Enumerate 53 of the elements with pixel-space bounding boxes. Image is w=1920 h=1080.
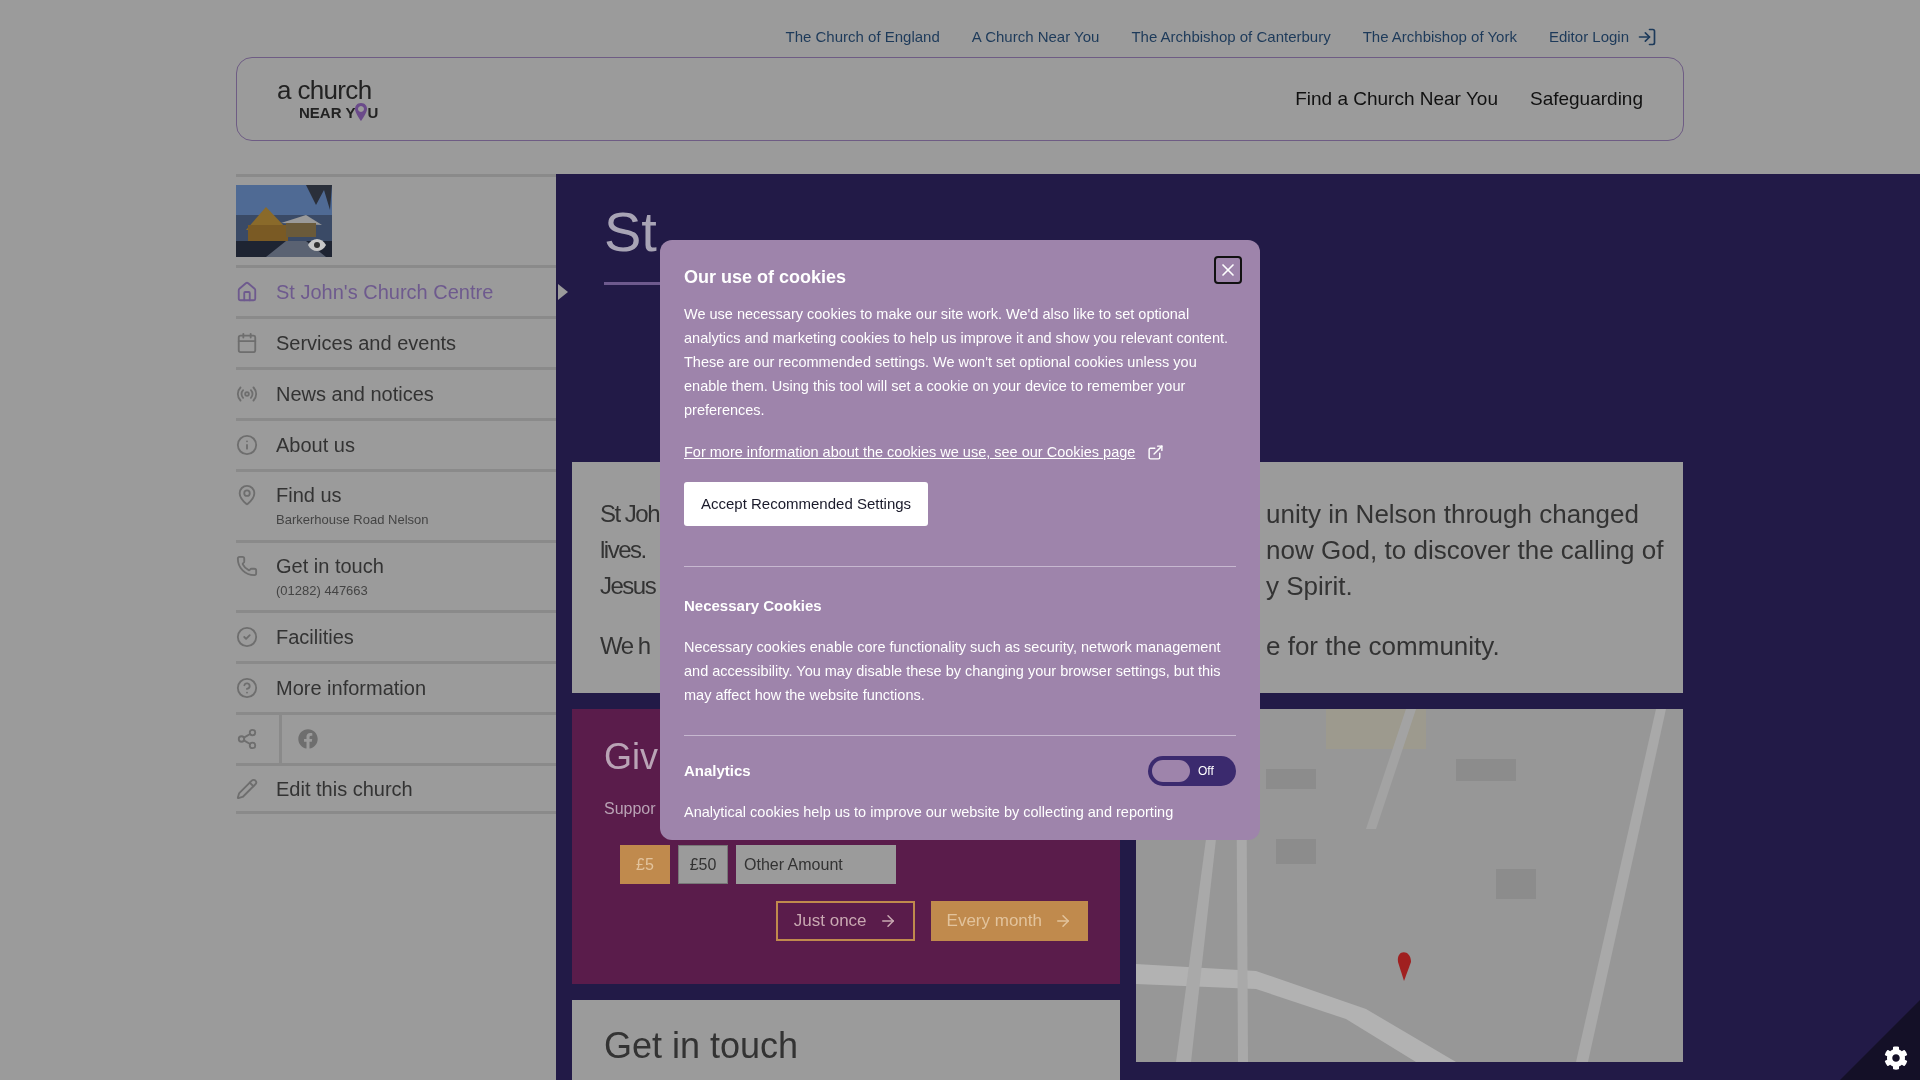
home-icon (236, 281, 258, 303)
eye-icon (308, 239, 326, 251)
sidebar-item[interactable]: Edit this church (236, 763, 556, 814)
pencil-icon (236, 777, 258, 800)
intro-text: lives. (600, 535, 646, 565)
logo-text: NEAR Y (299, 104, 356, 120)
sidebar-subtext: Barkerhouse Road Nelson (276, 511, 429, 529)
nav-link[interactable]: Safeguarding (1529, 84, 1643, 114)
settings-icon[interactable] (1884, 1046, 1908, 1070)
intro-text: Jesus (600, 571, 656, 601)
contact-title: Get in touch (604, 1028, 800, 1064)
logo-text: a church (277, 77, 373, 103)
check-circle-icon (236, 626, 258, 648)
section-text: Necessary cookies enable core functionality such as security, network management and accessibility. You may disable these by changing your browser settings, but this may affect how the website functions. (684, 638, 1222, 706)
intro-text: St Joh (600, 499, 660, 529)
external-link-icon (1147, 444, 1165, 462)
section-title: Analytics (684, 761, 751, 781)
accept-button[interactable]: Accept Recommended Settings (684, 481, 929, 526)
top-link[interactable]: The Archbishop of York (1362, 17, 1517, 57)
intro-text: unity in Nelson through changed (1266, 498, 1639, 531)
logo-text: U (367, 104, 379, 120)
top-link[interactable]: The Archbishop of Canterbury (1131, 17, 1331, 57)
phone-icon (236, 554, 258, 577)
info-icon (236, 434, 258, 456)
amount-field[interactable]: Other Amount (736, 845, 896, 884)
arrow-right-icon (1054, 912, 1072, 930)
nav-link[interactable]: Find a Church Near You (1295, 84, 1498, 114)
top-link[interactable]: A Church Near You (971, 17, 1100, 57)
top-link[interactable]: Editor Login (1548, 17, 1657, 57)
amount-button[interactable]: £50 (678, 845, 728, 884)
logo-pin-icon (355, 103, 368, 121)
top-link[interactable]: The Church of England (785, 17, 940, 57)
section-text: Analytical cookies help us to improve our website by collecting and reporting (684, 803, 1175, 823)
give-subtitle: Suppor (604, 799, 656, 819)
intro-text: We h (600, 631, 650, 661)
give-title: Giv (604, 739, 658, 775)
pin-icon (236, 484, 258, 506)
dialog-title: Our use of cookies (684, 266, 847, 289)
intro-text: now God, to discover the calling of (1266, 534, 1664, 567)
toggle-knob (1152, 760, 1190, 783)
help-icon (236, 677, 258, 699)
calendar-icon (236, 332, 258, 354)
section-title: Necessary Cookies (684, 595, 822, 616)
dialog-text: We use necessary cookies to make our site work. We'd also like to set optional analytics and marketing cookies to help us improve it and show you relevant content. These are our recommended settings. We won't set optional cookies unless you enable them. Using this tool will set a cookie on your device to remember your preferences. (684, 305, 1230, 420)
give-button[interactable]: Just once (775, 901, 915, 941)
sidebar-subtext: (01282) 447663 (276, 581, 369, 600)
page-title: St (604, 204, 658, 260)
toggle-switch[interactable]: Off (1148, 756, 1236, 787)
intro-text: y Spirit. (1266, 570, 1353, 603)
close-button[interactable] (1214, 256, 1242, 284)
login-icon (1637, 27, 1657, 47)
cookies-page-link[interactable]: For more information about the cookies we use, see our Cookies page (684, 442, 1236, 464)
intro-text: e for the community. (1266, 630, 1500, 663)
